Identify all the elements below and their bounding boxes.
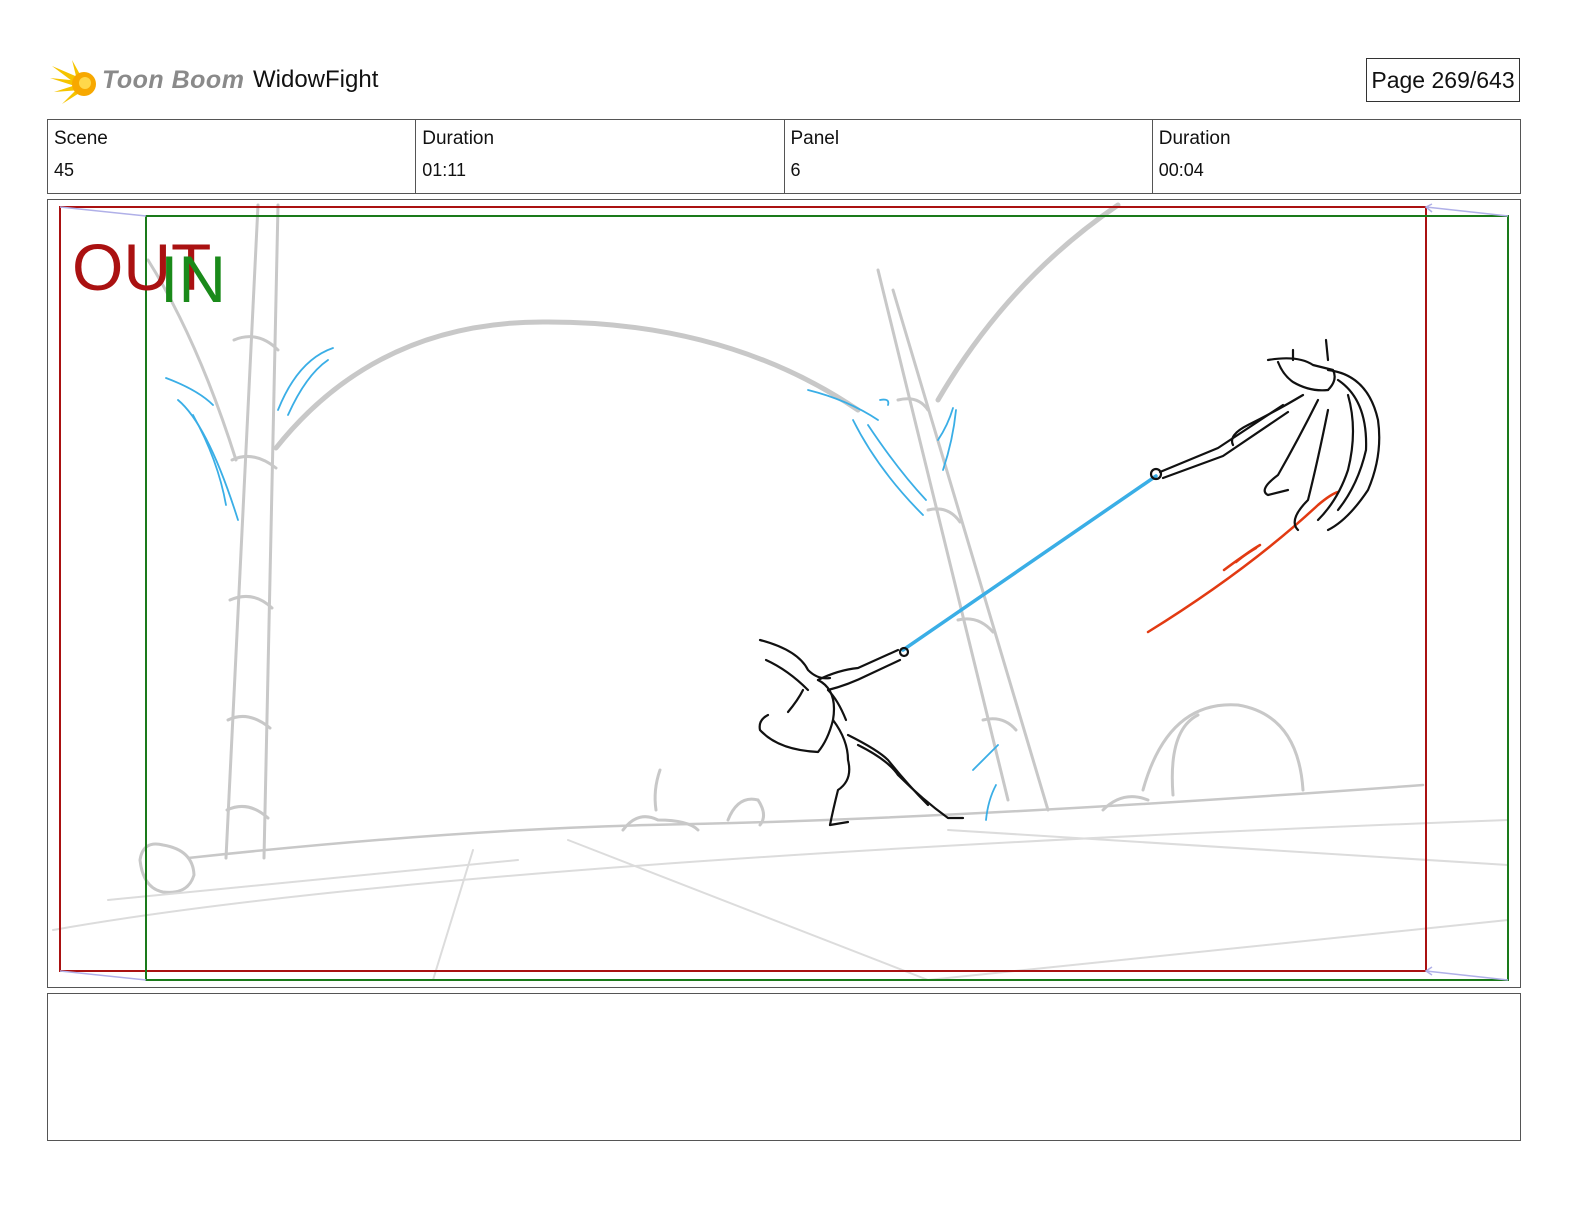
background-sketch — [52, 202, 1509, 981]
scene-info-table: Scene 45 Duration 01:11 Panel 6 Duration… — [47, 119, 1521, 194]
panel-duration-value: 00:04 — [1158, 160, 1204, 180]
page-indicator: Page 269/643 — [1366, 58, 1520, 102]
motion-lines — [1146, 490, 1340, 634]
camera-move-arrows — [59, 203, 1509, 981]
scene-value: 45 — [54, 160, 75, 180]
panel-sketch: OUT IN — [52, 202, 1509, 981]
panel-value: 6 — [790, 160, 801, 180]
panel-notes-box[interactable] — [47, 993, 1521, 1141]
panel-duration-label: Duration — [1158, 128, 1231, 149]
scene-duration-value: 01:11 — [422, 160, 466, 180]
in-frame — [145, 215, 1509, 981]
scene-cell: Scene 45 — [48, 120, 417, 193]
panel-duration-cell: Duration 00:04 — [1153, 120, 1520, 193]
widow-figure — [1149, 338, 1381, 532]
scene-duration-label: Duration — [422, 128, 495, 149]
panel-cell: Panel 6 — [785, 120, 1153, 193]
scene-duration-cell: Duration 01:11 — [416, 120, 785, 193]
scene-label: Scene — [54, 128, 108, 149]
storyboard-panel: OUT IN — [47, 199, 1521, 988]
toon-boom-logo: Toon Boom — [50, 56, 244, 108]
rope-line — [901, 474, 1158, 652]
header: Toon Boom WidowFight Page 269/643 — [50, 52, 1540, 112]
logo-text: Toon Boom — [102, 66, 245, 94]
starburst-icon — [50, 60, 96, 104]
hero-figure — [758, 638, 965, 827]
in-frame-label: IN — [160, 242, 226, 316]
project-title: WidowFight — [253, 66, 379, 93]
panel-label: Panel — [790, 128, 840, 149]
